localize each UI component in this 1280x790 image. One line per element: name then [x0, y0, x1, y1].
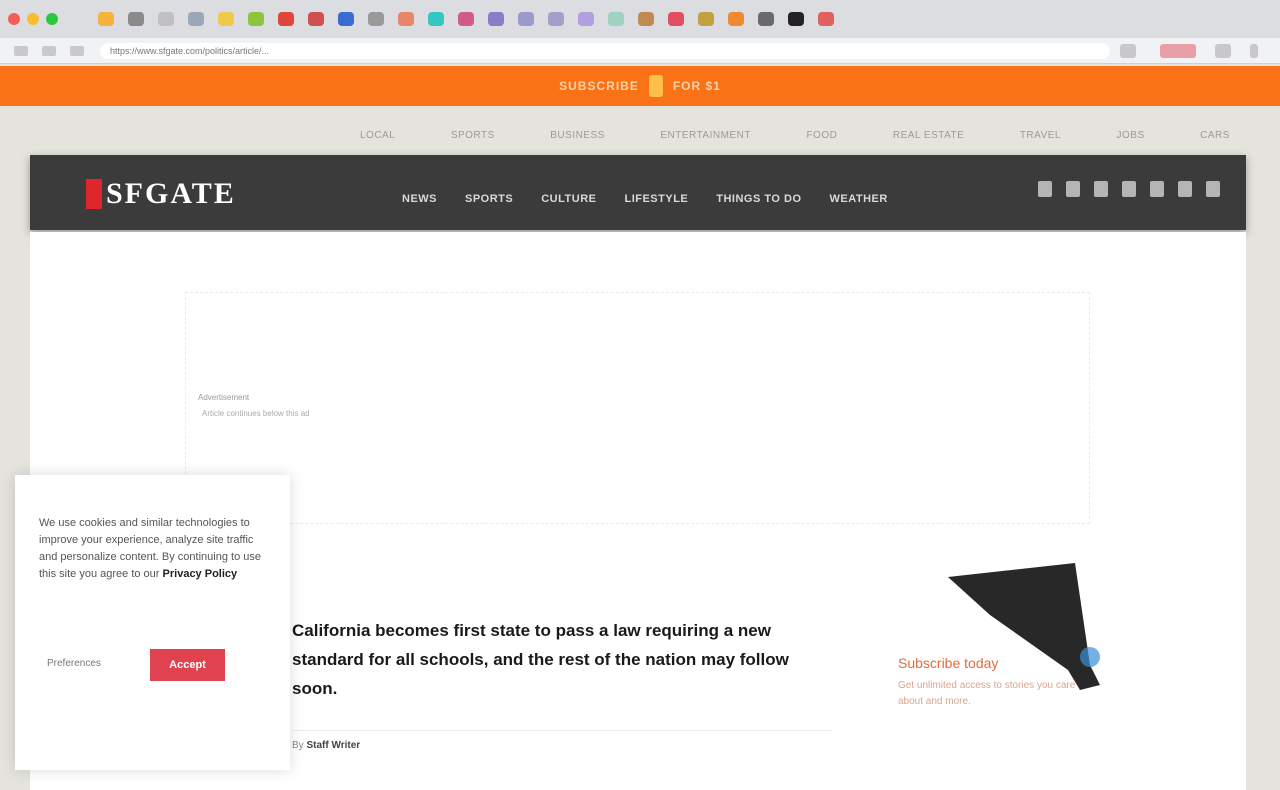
tab-favicon-icon[interactable]: [548, 12, 564, 26]
tab-favicon-icon[interactable]: [668, 12, 684, 26]
cookie-preferences-link[interactable]: Preferences: [47, 658, 101, 669]
minimize-window-button[interactable]: [27, 13, 39, 25]
url-bar[interactable]: https://www.sfgate.com/politics/article/…: [100, 43, 1110, 59]
social-icons: [1038, 181, 1220, 197]
article-headline: California becomes first state to pass a…: [292, 621, 789, 698]
close-window-button[interactable]: [8, 13, 20, 25]
top-link[interactable]: Travel: [1020, 130, 1061, 141]
top-links: Local Sports Business Entertainment Food…: [360, 130, 1230, 141]
tab-favicon-icon[interactable]: [518, 12, 534, 26]
tab-favicon-icon[interactable]: [728, 12, 744, 26]
tab-favicon-icon[interactable]: [98, 12, 114, 26]
browser-toolbar: https://www.sfgate.com/politics/article/…: [0, 38, 1280, 64]
ad-label: Advertisement: [198, 393, 250, 402]
accept-cookies-button[interactable]: Accept: [150, 649, 225, 681]
twitter-icon[interactable]: [1066, 181, 1080, 197]
nav-item[interactable]: Things to Do: [716, 193, 801, 205]
cookie-consent-card: We use cookies and similar technologies …: [15, 475, 290, 770]
tab-favicon-icon[interactable]: [758, 12, 774, 26]
tab-favicon-icon[interactable]: [788, 12, 804, 26]
tab-favicon-icon[interactable]: [638, 12, 654, 26]
site-header: SFGATE News Sports Culture Lifestyle Thi…: [30, 155, 1246, 230]
byline-prefix: By: [292, 740, 304, 751]
tab-favicon-icon[interactable]: [578, 12, 594, 26]
logo-mark-icon: [86, 179, 102, 209]
tab-favicon-icon[interactable]: [158, 12, 174, 26]
nav-item[interactable]: Sports: [465, 193, 513, 205]
tab-favicon-icon[interactable]: [818, 12, 834, 26]
top-link[interactable]: Entertainment: [660, 130, 751, 141]
reload-icon[interactable]: [70, 45, 84, 56]
promo-banner[interactable]: SUBSCRIBE FOR $1: [0, 66, 1280, 106]
nav-item[interactable]: Weather: [830, 193, 888, 205]
main-nav: News Sports Culture Lifestyle Things to …: [402, 193, 888, 205]
tab-favicon-icon[interactable]: [188, 12, 204, 26]
nav-item[interactable]: Lifestyle: [624, 193, 688, 205]
tab-favicon-icon[interactable]: [278, 12, 294, 26]
tab-favicon-icon[interactable]: [458, 12, 474, 26]
ad-sublabel: Article continues below this ad: [202, 409, 310, 418]
tab-favicon-icon[interactable]: [608, 12, 624, 26]
tab-favicon-icon[interactable]: [128, 12, 144, 26]
cursor-pointer-icon: [948, 563, 1100, 690]
nav-item[interactable]: News: [402, 193, 437, 205]
user-icon[interactable]: [1206, 181, 1220, 197]
ad-slot[interactable]: Advertisement Article continues below th…: [185, 292, 1090, 524]
profile-icon[interactable]: [1215, 44, 1231, 58]
top-link[interactable]: Business: [550, 130, 605, 141]
facebook-icon[interactable]: [1038, 181, 1052, 197]
instagram-icon[interactable]: [1094, 181, 1108, 197]
site-logo[interactable]: SFGATE: [86, 177, 236, 211]
email-icon[interactable]: [1122, 181, 1136, 197]
logo-text: SFGATE: [106, 177, 236, 210]
extension-icon[interactable]: [1160, 44, 1196, 58]
menu-icon[interactable]: [1250, 44, 1258, 58]
top-link[interactable]: Real Estate: [893, 130, 964, 141]
tab-favicon-icon[interactable]: [338, 12, 354, 26]
promo-right-text: FOR $1: [672, 79, 721, 93]
top-link[interactable]: Cars: [1200, 130, 1230, 141]
tab-favicon-icon[interactable]: [488, 12, 504, 26]
search-icon[interactable]: [1150, 181, 1164, 197]
privacy-policy-link[interactable]: Privacy Policy: [163, 568, 238, 580]
top-link[interactable]: Food: [806, 130, 837, 141]
back-icon[interactable]: [14, 45, 28, 56]
top-link[interactable]: Sports: [451, 130, 495, 141]
tab-favicon-icon[interactable]: [368, 12, 384, 26]
cookie-message: We use cookies and similar technologies …: [39, 515, 271, 583]
top-link[interactable]: Jobs: [1117, 130, 1145, 141]
tab-favicon-icon[interactable]: [218, 12, 234, 26]
forward-icon[interactable]: [42, 45, 56, 56]
tab-list: [98, 12, 848, 26]
maximize-window-button[interactable]: [46, 13, 58, 25]
nav-item[interactable]: Culture: [541, 193, 596, 205]
byline-author[interactable]: Staff Writer: [306, 740, 360, 751]
tab-favicon-icon[interactable]: [698, 12, 714, 26]
article-byline: By Staff Writer: [292, 740, 360, 751]
tab-favicon-icon[interactable]: [308, 12, 324, 26]
top-link[interactable]: Local: [360, 130, 395, 141]
menu-icon[interactable]: [1178, 181, 1192, 197]
byline-divider: [292, 730, 832, 731]
browser-tab-strip: [0, 0, 1280, 38]
promo-logo-icon: [648, 75, 663, 97]
tab-favicon-icon[interactable]: [428, 12, 444, 26]
tab-favicon-icon[interactable]: [398, 12, 414, 26]
star-icon[interactable]: [1120, 44, 1136, 58]
window-controls: [8, 13, 58, 25]
tab-favicon-icon[interactable]: [248, 12, 264, 26]
promo-left-text: SUBSCRIBE: [559, 79, 639, 93]
